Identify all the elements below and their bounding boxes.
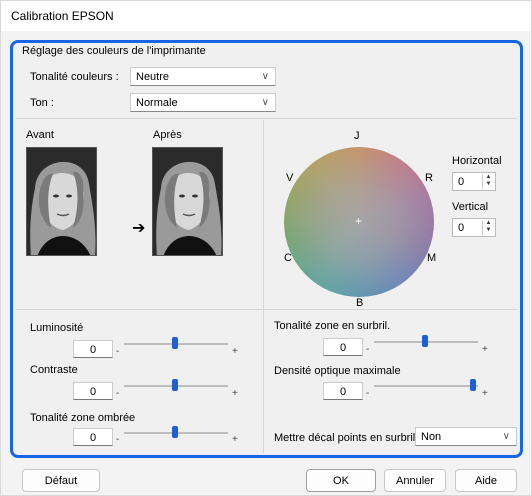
max-density-slider-track[interactable] [374,385,478,387]
contrast-label: Contraste [30,364,78,376]
help-button[interactable]: Aide [455,469,517,492]
cancel-button[interactable]: Annuler [384,469,446,492]
horizontal-value: 0 [458,176,465,188]
wheel-label-magenta: M [427,252,437,264]
slider-plus: + [232,434,238,445]
slider-plus: + [232,346,238,357]
wheel-label-blue: B [356,297,364,309]
slider-minus: - [366,344,370,355]
chevron-down-icon: ∨ [502,431,510,442]
vertical-value: 0 [458,222,465,234]
max-density-value[interactable]: 0 [323,382,363,400]
wheel-label-green: V [286,172,294,184]
slider-plus: + [482,388,488,399]
highlight-tone-label: Tonalité zone en surbril. [274,320,391,332]
slider-minus: - [116,434,120,445]
highlight-tone-slider-thumb[interactable] [422,335,428,347]
after-preview-image [152,147,223,256]
arrow-right-icon: ➔ [132,220,146,237]
color-tone-value: Neutre [136,71,170,83]
before-label: Avant [26,129,54,141]
wheel-label-yellow: J [354,130,360,142]
contrast-value[interactable]: 0 [73,382,113,400]
brightness-label: Luminosité [30,322,84,334]
highlight-tone-value[interactable]: 0 [323,338,363,356]
shadow-tone-slider-thumb[interactable] [172,426,178,438]
max-density-label: Densité optique maximale [274,365,401,377]
spinner-arrows[interactable]: ▲ ▼ [482,220,494,235]
shadow-tone-value[interactable]: 0 [73,428,113,446]
group-label: Réglage des couleurs de l'imprimante [22,45,206,57]
color-tone-label: Tonalité couleurs : [30,71,119,83]
brightness-slider-thumb[interactable] [172,337,178,349]
tone-label: Ton : [30,97,54,109]
separator [16,309,517,310]
slider-minus: - [116,346,120,357]
highlight-points-value: Non [421,431,442,443]
chevron-down-icon: ∨ [261,71,269,82]
tone-value: Normale [136,97,178,109]
highlight-points-label: Mettre décal points en surbril : [274,432,422,444]
separator [16,118,517,119]
slider-minus: - [116,388,120,399]
after-label: Après [153,129,182,141]
horizontal-spinner[interactable]: 0 ▲ ▼ [452,172,496,191]
slider-plus: + [232,388,238,399]
shadow-tone-label: Tonalité zone ombrée [30,412,136,424]
ok-button[interactable]: OK [306,469,376,492]
highlight-points-select[interactable]: Non ∨ [415,427,517,446]
before-preview-image [26,147,97,256]
window-title: Calibration EPSON [11,9,114,23]
chevron-down-icon: ∨ [261,97,269,108]
wheel-center-marker: + [355,214,363,228]
color-tone-select[interactable]: Neutre ∨ [130,67,276,86]
spinner-arrows[interactable]: ▲ ▼ [482,174,494,189]
max-density-slider-thumb[interactable] [470,379,476,391]
vertical-label: Vertical [452,201,489,213]
vertical-spinner[interactable]: 0 ▲ ▼ [452,218,496,237]
tone-select[interactable]: Normale ∨ [130,93,276,112]
horizontal-label: Horizontal [452,155,502,167]
brightness-value[interactable]: 0 [73,340,113,358]
default-button[interactable]: Défaut [22,469,100,492]
wheel-label-red: R [425,172,433,184]
contrast-slider-thumb[interactable] [172,379,178,391]
separator [263,120,264,453]
slider-plus: + [482,344,488,355]
title-bar: Calibration EPSON [1,1,531,31]
slider-minus: - [366,388,370,399]
